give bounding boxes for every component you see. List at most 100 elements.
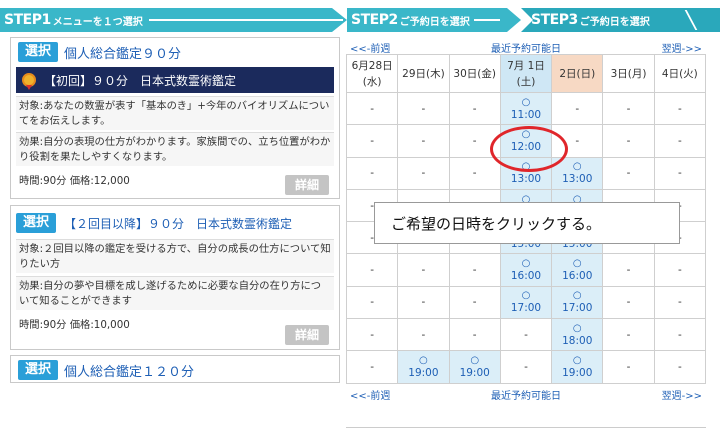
unavailable-slot: -	[345, 156, 399, 190]
step1-text: メニューを１つ選択	[52, 16, 143, 28]
course-header: 選択 個人総合鑑定９０分	[18, 42, 181, 62]
slot-time: 13:00	[510, 173, 542, 186]
unavailable-slot: -	[345, 253, 399, 287]
slot-time: 18:00	[562, 334, 593, 347]
course-title[interactable]: 個人総合鑑定１２０分	[64, 361, 194, 380]
course-header: 選択 【２回目以降】９０分 日本式数霊術鑑定	[16, 212, 334, 234]
instruction-callout: ご希望の日時をクリックする。	[374, 202, 680, 244]
menu-list: 選択 個人総合鑑定９０分 【初回】９０分 日本式数霊術鑑定 対象:あなたの数霊が…	[10, 37, 340, 387]
unavailable-slot: -	[602, 156, 655, 190]
available-slot[interactable]: ○ 18:00	[551, 318, 604, 352]
unavailable-slot: -	[653, 285, 707, 320]
available-slot[interactable]: ○ 16:00	[499, 253, 553, 287]
detail-button[interactable]: 詳細	[285, 325, 329, 345]
course-card-90-repeat: 選択 【２回目以降】９０分 日本式数霊術鑑定 対象:２回目以降の鑑定を受ける方で…	[10, 205, 340, 350]
availability-mark: ○	[521, 96, 531, 108]
highlight-circle	[490, 126, 568, 172]
select-button[interactable]: 選択	[18, 42, 59, 62]
course-banner[interactable]: 【初回】９０分 日本式数霊術鑑定	[16, 67, 334, 93]
banner-text: 【初回】９０分 日本式数霊術鑑定	[44, 73, 237, 88]
step3-header: STEP3 ご予約日を選択	[521, 8, 720, 32]
unavailable-slot: -	[602, 350, 655, 384]
unavailable-slot: -	[345, 124, 399, 158]
step1-arrow-line	[148, 19, 343, 21]
unavailable-slot: -	[448, 285, 501, 320]
available-slot[interactable]: ○ 19:00	[397, 350, 450, 384]
slot-time: 11:00	[510, 108, 542, 121]
calendar-header-row: 6月28日 (水) 29日(木) 30日(金) 7月 1日 (土) 2日(日) 3日(月) 4日…	[345, 54, 707, 93]
day-header: 7月 1日 (土)	[499, 54, 553, 93]
time-row: - - - ○ 11:00- - -	[345, 91, 707, 126]
availability-mark: ○	[572, 290, 582, 302]
select-button[interactable]: 選択	[18, 360, 59, 380]
slot-time: 13:00	[562, 173, 593, 186]
availability-mark: ○	[521, 290, 531, 302]
step2-text: ご予約日を選択	[399, 16, 470, 28]
unavailable-slot: -	[653, 156, 707, 190]
course-header: 選択 個人総合鑑定１２０分	[18, 360, 194, 380]
detail-button[interactable]: 詳細	[285, 175, 329, 195]
slot-time: 19:00	[562, 367, 593, 380]
unavailable-slot: -	[448, 91, 501, 126]
unavailable-slot: -	[602, 124, 655, 158]
unavailable-slot: -	[602, 91, 655, 126]
unavailable-slot: -	[397, 91, 450, 126]
available-slot[interactable]: ○ 19:00	[448, 350, 501, 384]
next-week-link[interactable]: 翌週->>	[662, 387, 702, 402]
unavailable-slot: -	[345, 318, 399, 352]
unavailable-slot: -	[448, 253, 501, 287]
course-target: 対象:２回目以降の鑑定を受ける方で、自分の成長の仕方について知りたい方	[16, 239, 334, 273]
availability-mark: ○	[572, 322, 582, 334]
step1-num: STEP1	[4, 12, 51, 28]
step1-header: STEP1 メニューを１つ選択	[0, 8, 347, 32]
unavailable-slot: -	[345, 91, 399, 126]
time-row: - - - ○ 17:00 ○ 17:00- -	[345, 285, 707, 320]
availability-mark: ○	[572, 258, 582, 270]
course-card-90-initial: 選択 個人総合鑑定９０分 【初回】９０分 日本式数霊術鑑定 対象:あなたの数霊が…	[10, 37, 340, 199]
next-week-link[interactable]: 翌週->>	[662, 40, 702, 55]
unavailable-slot: -	[397, 253, 450, 287]
divider	[346, 427, 706, 428]
unavailable-slot: -	[345, 285, 399, 320]
course-meta: 時間:90分 価格:12,000	[19, 175, 130, 187]
slot-time: 16:00	[562, 270, 593, 283]
available-slot[interactable]: ○ 16:00	[551, 253, 604, 287]
time-row: - - - ○ 16:00 ○ 16:00- -	[345, 253, 707, 287]
available-slot[interactable]: ○ 17:00	[551, 285, 604, 320]
unavailable-slot: -	[448, 318, 501, 352]
course-meta: 時間:90分 価格:10,000	[19, 319, 130, 331]
step-progress-bar: STEP1 メニューを１つ選択 STEP2 ご予約日を選択 STEP3 ご予約日…	[0, 8, 720, 32]
unavailable-slot: -	[397, 318, 450, 352]
course-title[interactable]: 個人総合鑑定９０分	[64, 43, 181, 62]
unavailable-slot: -	[602, 285, 655, 320]
unavailable-slot: -	[345, 350, 399, 384]
slot-time: 19:00	[459, 367, 490, 380]
unavailable-slot: -	[397, 156, 450, 190]
unavailable-slot: -	[653, 318, 707, 352]
step3-deco	[684, 10, 712, 30]
unavailable-slot: -	[499, 350, 553, 384]
medal-icon	[22, 73, 36, 90]
nearest-available-link[interactable]: 最近予約可能日	[346, 40, 706, 55]
available-slot[interactable]: ○ 17:00	[499, 285, 553, 320]
availability-mark: ○	[470, 355, 480, 367]
day-header: 29日(木)	[397, 54, 450, 93]
time-row: - ○ 19:00 ○ 19:00- ○ 19:00- -	[345, 350, 707, 384]
select-button[interactable]: 選択	[16, 213, 57, 233]
available-slot[interactable]: ○ 19:00	[551, 350, 604, 384]
available-slot[interactable]: ○ 11:00	[499, 91, 553, 126]
unavailable-slot: -	[397, 124, 450, 158]
unavailable-slot: -	[397, 285, 450, 320]
course-effect: 効果:自分の表現の仕方がわかります。家族間での、立ち位置がわかり役割を果たしやす…	[16, 132, 334, 166]
unavailable-slot: -	[653, 350, 707, 384]
course-effect: 効果:自分の夢や目標を成し遂げるために必要な自分の在り方について知ることができま…	[16, 276, 334, 310]
step3-text: ご予約日を選択	[579, 16, 650, 28]
unavailable-slot: -	[602, 318, 655, 352]
nearest-available-link[interactable]: 最近予約可能日	[346, 387, 706, 402]
availability-mark: ○	[521, 258, 531, 270]
course-card-120: 選択 個人総合鑑定１２０分	[10, 355, 340, 383]
day-header: 2日(日)	[551, 54, 604, 93]
course-title[interactable]: 【２回目以降】９０分 日本式数霊術鑑定	[64, 215, 292, 232]
step3-num: STEP3	[531, 12, 578, 28]
slot-time: 17:00	[510, 302, 542, 315]
